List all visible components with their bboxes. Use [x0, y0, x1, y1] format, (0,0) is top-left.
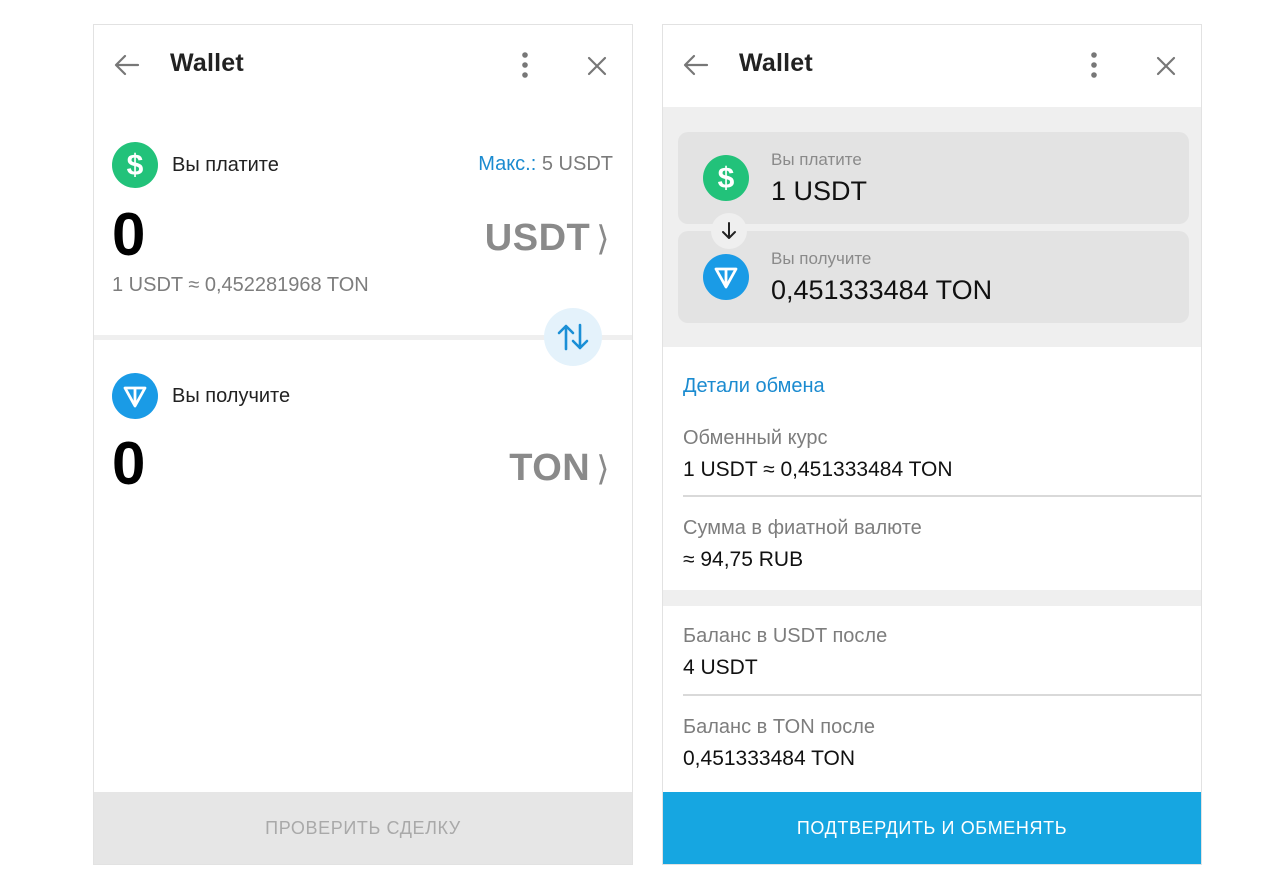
arrow-left-icon[interactable] — [681, 50, 711, 80]
more-vertical-icon[interactable] — [1079, 50, 1109, 80]
pay-summary-card: $ Вы платите 1 USDT — [678, 132, 1189, 224]
exchange-details-title: Детали обмена — [683, 375, 825, 397]
detail-row-ton-balance: Баланс в TON после 0,451333484 TON — [683, 716, 1201, 771]
pay-currency: USDT — [484, 217, 591, 259]
chevron-right-icon: ⟩ — [596, 450, 610, 488]
pay-amount-input[interactable]: 0 — [112, 205, 145, 265]
detail-row-usdt-balance: Баланс в USDT после 4 USDT — [683, 625, 1201, 680]
receive-label: Вы получите — [771, 249, 872, 268]
arrow-down-icon — [711, 213, 747, 249]
header: Wallet — [663, 25, 1201, 107]
swap-direction-button[interactable] — [544, 308, 602, 366]
detail-value: 0,451333484 TON — [683, 747, 856, 770]
detail-label: Баланс в TON после — [683, 716, 875, 738]
close-icon[interactable] — [1151, 51, 1181, 81]
detail-label: Обменный курс — [683, 427, 828, 449]
max-amount-link[interactable]: Макс.: 5 USDT — [478, 153, 613, 176]
swap-arrows-icon — [557, 323, 589, 351]
detail-label: Сумма в фиатной валюте — [683, 517, 922, 539]
receive-label: Вы получите — [172, 385, 291, 407]
usdt-icon: $ — [703, 155, 749, 201]
section-gap — [663, 590, 1201, 606]
ton-icon — [703, 254, 749, 300]
divider — [683, 495, 1201, 497]
review-deal-button[interactable]: ПРОВЕРИТЬ СДЕЛКУ — [94, 792, 632, 864]
close-icon[interactable] — [582, 51, 612, 81]
detail-label: Баланс в USDT после — [683, 625, 888, 647]
page-title: Wallet — [170, 49, 244, 77]
detail-row-fiat: Сумма в фиатной валюте ≈ 94,75 RUB — [683, 517, 1201, 572]
page-title: Wallet — [739, 49, 813, 77]
pay-currency-selector[interactable]: USDT ⟩ — [485, 217, 610, 260]
receive-value: 0,451333484 TON — [771, 275, 993, 305]
max-label[interactable]: Макс.: — [478, 153, 536, 175]
header: Wallet — [94, 25, 632, 107]
pay-label: Вы платите — [771, 150, 862, 169]
receive-currency-selector[interactable]: TON ⟩ — [509, 447, 610, 490]
receive-summary-card: Вы получите 0,451333484 TON — [678, 231, 1189, 323]
detail-row-rate: Обменный курс 1 USDT ≈ 0,451333484 TON — [683, 427, 1201, 482]
receive-currency: TON — [509, 447, 591, 489]
swap-input-panel: Wallet $ Вы платите Макс.: 5 USDT 0 USDT… — [93, 24, 633, 865]
detail-value: 4 USDT — [683, 656, 758, 679]
chevron-right-icon: ⟩ — [596, 220, 610, 258]
max-value: 5 USDT — [536, 153, 613, 175]
ton-icon — [112, 373, 158, 419]
detail-value: 1 USDT ≈ 0,451333484 TON — [683, 458, 953, 481]
arrow-left-icon[interactable] — [112, 50, 142, 80]
pay-label: Вы платите — [172, 154, 279, 176]
exchange-rate: 1 USDT ≈ 0,452281968 TON — [112, 274, 369, 296]
confirm-swap-button[interactable]: ПОДТВЕРДИТЬ И ОБМЕНЯТЬ — [663, 792, 1201, 864]
svg-text:$: $ — [127, 149, 144, 182]
detail-value: ≈ 94,75 RUB — [683, 548, 804, 571]
swap-confirm-panel: Wallet $ Вы платите 1 USDT Вы получите 0… — [662, 24, 1202, 865]
more-vertical-icon[interactable] — [510, 50, 540, 80]
receive-amount: 0 — [112, 430, 146, 497]
divider — [683, 694, 1201, 696]
pay-value: 1 USDT — [771, 176, 868, 206]
svg-text:$: $ — [718, 162, 735, 195]
usdt-icon: $ — [112, 142, 158, 188]
